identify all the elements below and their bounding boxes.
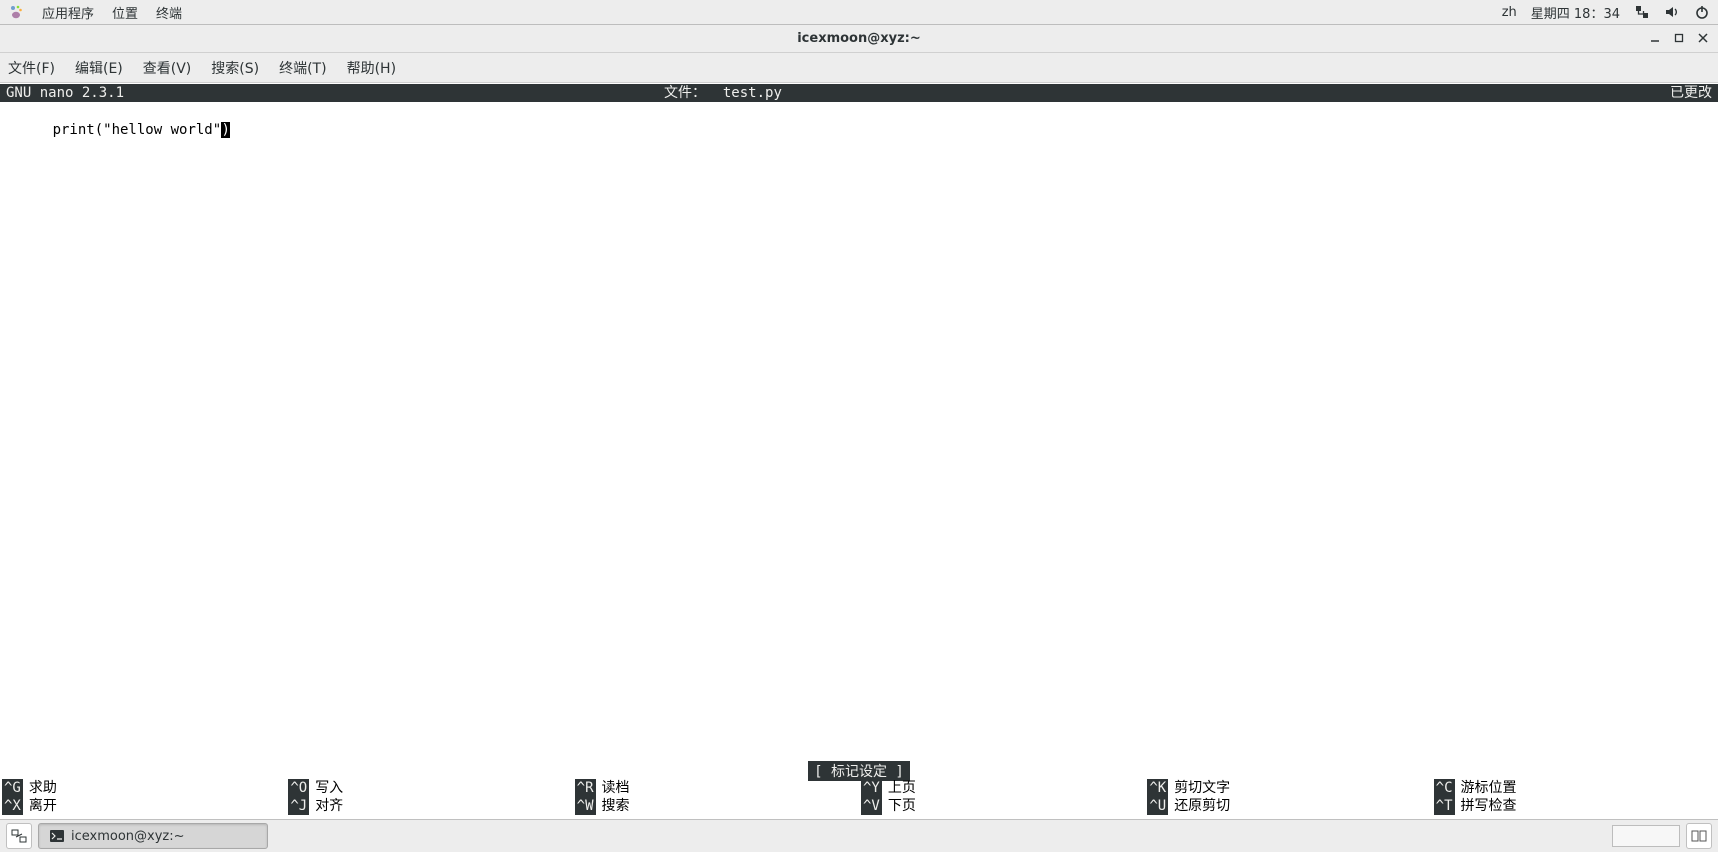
nano-content-line: print("hellow world" <box>53 122 222 138</box>
nano-shortcut-ctrl-c: ^C 游标位置 <box>1432 779 1718 797</box>
window-titlebar[interactable]: icexmoon@xyz:~ <box>0 25 1718 53</box>
shortcut-key: ^O <box>288 779 309 797</box>
terminal-area[interactable]: GNU nano 2.3.1 文件： test.py 已更改 print("he… <box>0 83 1718 819</box>
nano-modified-flag: 已更改 <box>1670 84 1712 102</box>
taskbar-item-label: icexmoon@xyz:~ <box>71 829 185 844</box>
shortcut-label: 下页 <box>888 797 916 815</box>
text-cursor: ) <box>221 122 230 138</box>
nano-shortcut-ctrl-x: ^X 离开 <box>0 797 286 815</box>
gnome-bottom-panel: icexmoon@xyz:~ <box>0 819 1718 852</box>
shortcut-label: 离开 <box>29 797 57 815</box>
nano-header-bar: GNU nano 2.3.1 文件： test.py 已更改 <box>0 84 1718 102</box>
shortcut-label: 求助 <box>29 779 57 797</box>
nano-shortcut-ctrl-j: ^J 对齐 <box>286 797 572 815</box>
window-title: icexmoon@xyz:~ <box>797 31 921 46</box>
panel-datetime[interactable]: 星期四 18：34 <box>1531 3 1620 22</box>
nano-footer: [ 标记设定 ] ^G 求助 ^O 写入 ^R 读档 ^Y 上页 ^K 剪切文字 ^C 游标位置 ^X… <box>0 761 1718 819</box>
shortcut-key: ^X <box>2 797 23 815</box>
shortcut-label: 读档 <box>602 779 630 797</box>
nano-file-label: 文件： <box>664 85 706 101</box>
gnome-foot-icon <box>8 4 24 20</box>
shortcut-key: ^J <box>288 797 309 815</box>
shortcut-label: 写入 <box>315 779 343 797</box>
shortcut-key: ^Y <box>861 779 882 797</box>
gnome-top-panel: 应用程序 位置 终端 zh 星期四 18：34 <box>0 0 1718 25</box>
nano-shortcut-ctrl-r: ^R 读档 <box>573 779 859 797</box>
shortcut-key: ^G <box>2 779 23 797</box>
show-desktop-button[interactable] <box>6 823 32 849</box>
nano-shortcut-ctrl-w: ^W 搜索 <box>573 797 859 815</box>
network-icon[interactable] <box>1634 4 1650 20</box>
tray-placeholder[interactable] <box>1612 825 1680 847</box>
window-minimize-button[interactable] <box>1646 29 1664 47</box>
panel-menu-applications[interactable]: 应用程序 <box>42 3 94 22</box>
shortcut-label: 还原剪切 <box>1174 797 1230 815</box>
shortcut-label: 游标位置 <box>1461 779 1517 797</box>
shortcut-key: ^V <box>861 797 882 815</box>
window-close-button[interactable] <box>1694 29 1712 47</box>
nano-shortcut-row-2: ^X 离开 ^J 对齐 ^W 搜索 ^V 下页 ^U 还原剪切 ^T 拼写检查 <box>0 797 1718 815</box>
menu-terminal[interactable]: 终端(T) <box>275 56 330 80</box>
nano-shortcut-ctrl-o: ^O 写入 <box>286 779 572 797</box>
nano-filename: test.py <box>723 85 782 101</box>
nano-app-version: GNU nano 2.3.1 <box>6 84 124 102</box>
nano-editor-body[interactable]: print("hellow world") <box>0 102 1718 158</box>
nano-shortcut-row-1: ^G 求助 ^O 写入 ^R 读档 ^Y 上页 ^K 剪切文字 ^C 游标位置 <box>0 779 1718 797</box>
nano-shortcut-ctrl-g: ^G 求助 <box>0 779 286 797</box>
terminal-icon <box>49 828 65 844</box>
shortcut-label: 对齐 <box>315 797 343 815</box>
menu-view[interactable]: 查看(V) <box>139 56 196 80</box>
terminal-menubar: 文件(F) 编辑(E) 查看(V) 搜索(S) 终端(T) 帮助(H) <box>0 53 1718 83</box>
panel-lang-indicator[interactable]: zh <box>1502 5 1517 20</box>
panel-menu-places[interactable]: 位置 <box>112 3 138 22</box>
nano-shortcut-ctrl-u: ^U 还原剪切 <box>1145 797 1431 815</box>
shortcut-key: ^W <box>575 797 596 815</box>
window-maximize-button[interactable] <box>1670 29 1688 47</box>
taskbar-item-terminal[interactable]: icexmoon@xyz:~ <box>38 823 268 849</box>
menu-help[interactable]: 帮助(H) <box>343 56 400 80</box>
nano-shortcut-ctrl-t: ^T 拼写检查 <box>1432 797 1718 815</box>
shortcut-label: 拼写检查 <box>1461 797 1517 815</box>
shortcut-key: ^U <box>1147 797 1168 815</box>
power-icon[interactable] <box>1694 4 1710 20</box>
shortcut-key: ^C <box>1434 779 1455 797</box>
shortcut-label: 剪切文字 <box>1174 779 1230 797</box>
panel-menu-terminal[interactable]: 终端 <box>156 3 182 22</box>
shortcut-label: 上页 <box>888 779 916 797</box>
menu-edit[interactable]: 编辑(E) <box>71 56 127 80</box>
volume-icon[interactable] <box>1664 4 1680 20</box>
nano-mark-status: [ 标记设定 ] <box>808 761 910 781</box>
menu-search[interactable]: 搜索(S) <box>207 56 263 80</box>
menu-file[interactable]: 文件(F) <box>4 56 59 80</box>
nano-shortcut-ctrl-y: ^Y 上页 <box>859 779 1145 797</box>
shortcut-key: ^R <box>575 779 596 797</box>
shortcut-key: ^K <box>1147 779 1168 797</box>
shortcut-label: 搜索 <box>602 797 630 815</box>
nano-shortcut-ctrl-v: ^V 下页 <box>859 797 1145 815</box>
shortcut-key: ^T <box>1434 797 1455 815</box>
workspace-switcher[interactable] <box>1686 823 1712 849</box>
nano-shortcut-ctrl-k: ^K 剪切文字 <box>1145 779 1431 797</box>
